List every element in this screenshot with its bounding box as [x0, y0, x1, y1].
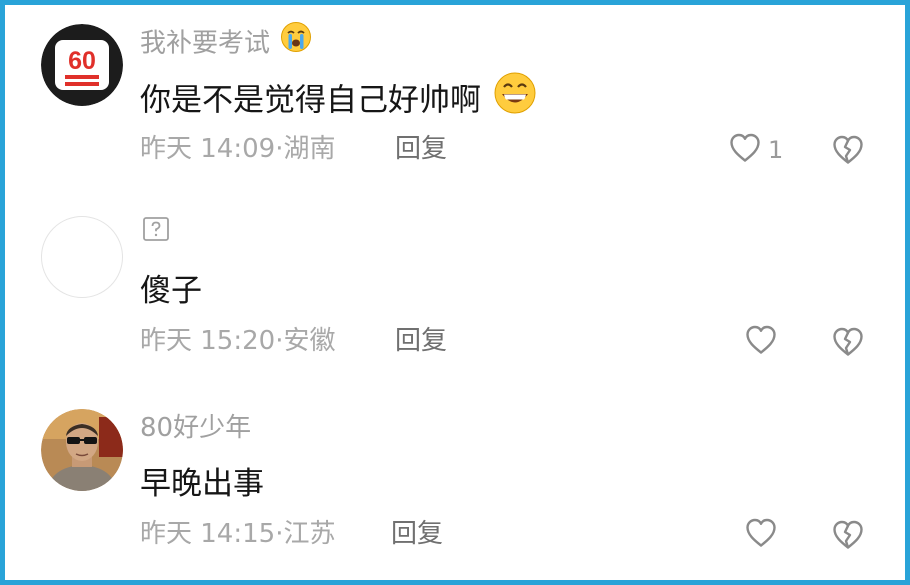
- broken-heart-icon: [831, 327, 865, 363]
- missing-image-icon: [142, 215, 170, 253]
- comment-body: 傻子: [140, 273, 202, 309]
- username[interactable]: [140, 215, 170, 253]
- like-button[interactable]: 1: [728, 133, 783, 167]
- avatar[interactable]: 60: [41, 24, 123, 106]
- username[interactable]: 我补要考试: [140, 22, 312, 61]
- comment-list: 60 我补要考试 你是不是觉得自己好帅啊 昨天 14:09·湖南 回复 1 傻子…: [0, 0, 910, 585]
- avatar[interactable]: [41, 216, 123, 298]
- reply-button[interactable]: 回复: [395, 131, 447, 167]
- heart-icon: [728, 131, 762, 169]
- reply-button[interactable]: 回复: [395, 323, 447, 359]
- comment-body: 早晚出事: [140, 466, 264, 502]
- comment-text: 早晚出事: [140, 462, 264, 506]
- comment-item: 60 我补要考试 你是不是觉得自己好帅啊 昨天 14:09·湖南 回复 1: [5, 5, 905, 195]
- heart-icon: [744, 323, 778, 361]
- comment-text: 傻子: [140, 269, 202, 313]
- timestamp: 昨天 14:15: [140, 519, 276, 549]
- dislike-button[interactable]: [831, 325, 865, 359]
- username-text[interactable]: 80好少年: [140, 413, 251, 443]
- comment-text: 你是不是觉得自己好帅啊: [140, 72, 537, 121]
- like-button[interactable]: [744, 325, 784, 359]
- heart-icon: [744, 516, 778, 554]
- crying-face-icon: [280, 21, 312, 63]
- like-count: 1: [768, 136, 784, 164]
- comment-item: 傻子 昨天 15:20·安徽 回复: [5, 197, 905, 387]
- comment-meta: 昨天 14:09·湖南: [140, 131, 335, 167]
- comment-item: 80好少年 早晚出事 昨天 14:15·江苏 回复: [5, 390, 905, 580]
- broken-heart-icon: [831, 135, 865, 171]
- location: 江苏: [283, 519, 336, 549]
- grinning-face-icon: [493, 71, 537, 127]
- comment-body: 你是不是觉得自己好帅啊: [140, 82, 481, 119]
- dislike-button[interactable]: [831, 133, 865, 167]
- comment-meta: 昨天 14:15·江苏: [140, 516, 335, 552]
- dislike-button[interactable]: [831, 518, 865, 552]
- avatar[interactable]: [41, 409, 123, 491]
- location: 安徽: [283, 326, 336, 356]
- avatar-text: 60: [68, 47, 96, 75]
- broken-heart-icon: [831, 520, 865, 556]
- timestamp: 昨天 15:20: [140, 326, 276, 356]
- comment-meta: 昨天 15:20·安徽: [140, 323, 335, 359]
- timestamp: 昨天 14:09: [140, 134, 276, 164]
- reply-button[interactable]: 回复: [391, 516, 443, 552]
- username-text[interactable]: 我补要考试: [140, 29, 270, 59]
- location: 湖南: [283, 134, 336, 164]
- username[interactable]: 80好少年: [140, 410, 251, 446]
- like-button[interactable]: [744, 518, 784, 552]
